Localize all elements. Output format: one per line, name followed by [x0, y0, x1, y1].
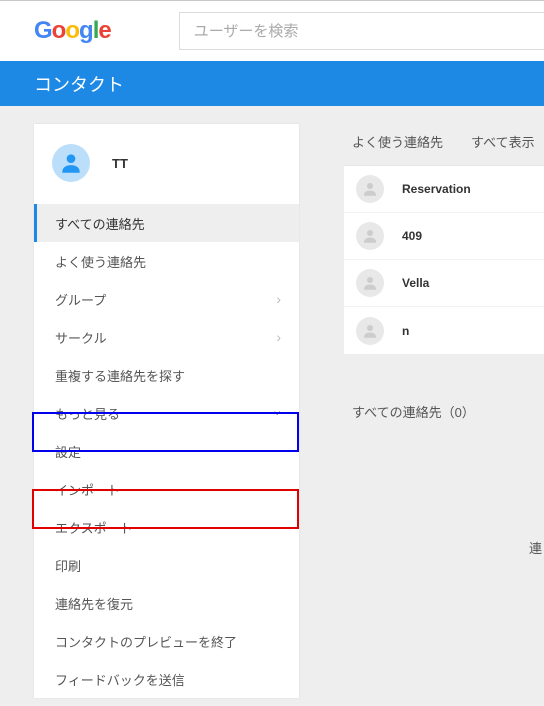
nav-exit-preview[interactable]: コンタクトのプレビューを終了: [34, 622, 299, 660]
nav-feedback[interactable]: フィードバックを送信: [34, 660, 299, 698]
profile-avatar-icon: [52, 144, 90, 182]
nav-label: 印刷: [55, 556, 81, 575]
nav-label: 設定: [55, 442, 81, 461]
appbar: コンタクト: [0, 61, 544, 106]
cutoff-text: 連: [529, 538, 542, 557]
contact-name: Reservation: [402, 182, 471, 196]
nav-label: グループ: [55, 290, 106, 309]
nav-groups[interactable]: グループ ›: [34, 280, 299, 318]
contact-name: 409: [402, 229, 422, 243]
show-all-link[interactable]: すべて表示: [471, 132, 535, 151]
person-icon: [356, 269, 384, 297]
chevron-down-icon: ›: [271, 411, 287, 416]
contact-row[interactable]: n: [344, 307, 544, 354]
right-column: よく使う連絡先 すべて表示 Reservation 409 V: [344, 124, 544, 421]
sidebar: TT すべての連絡先 よく使う連絡先 グループ › サークル › 重複する連絡先…: [34, 124, 299, 698]
nav-label: サークル: [55, 328, 107, 347]
contact-row[interactable]: 409: [344, 213, 544, 260]
nav-all-contacts[interactable]: すべての連絡先: [34, 204, 299, 242]
frequent-header: よく使う連絡先 すべて表示: [344, 124, 544, 165]
search-input[interactable]: [179, 12, 544, 50]
contacts-card: Reservation 409 Vella n: [344, 165, 544, 354]
content-area: TT すべての連絡先 よく使う連絡先 グループ › サークル › 重複する連絡先…: [0, 106, 544, 706]
nav-print[interactable]: 印刷: [34, 546, 299, 584]
nav-frequent[interactable]: よく使う連絡先: [34, 242, 299, 280]
nav-label: 連絡先を復元: [55, 594, 133, 613]
nav-label: エクスポート: [55, 518, 133, 537]
chevron-right-icon: ›: [276, 291, 281, 307]
contact-row[interactable]: Reservation: [344, 166, 544, 213]
person-icon: [356, 222, 384, 250]
frequent-label: よく使う連絡先: [352, 132, 443, 151]
appbar-title: コンタクト: [34, 71, 124, 97]
chevron-right-icon: ›: [276, 329, 281, 345]
nav-restore[interactable]: 連絡先を復元: [34, 584, 299, 622]
topbar: Google: [0, 1, 544, 61]
profile-name: TT: [112, 156, 128, 171]
profile-block[interactable]: TT: [34, 124, 299, 204]
nav-import[interactable]: インポート: [34, 470, 299, 508]
nav-more[interactable]: もっと見る ›: [34, 394, 299, 432]
nav-label: すべての連絡先: [55, 214, 145, 233]
nav-label: インポート: [55, 480, 120, 499]
person-icon: [356, 175, 384, 203]
nav-label: 重複する連絡先を探す: [55, 366, 185, 385]
nav-label: コンタクトのプレビューを終了: [55, 632, 237, 651]
nav-label: もっと見る: [55, 404, 120, 423]
google-logo[interactable]: Google: [34, 17, 111, 45]
contact-name: n: [402, 324, 409, 338]
nav-label: フィードバックを送信: [55, 670, 185, 689]
all-contacts-count: すべての連絡先（0）: [344, 354, 544, 421]
person-icon: [356, 317, 384, 345]
nav-circles[interactable]: サークル ›: [34, 318, 299, 356]
contact-name: Vella: [402, 276, 429, 290]
nav-export[interactable]: エクスポート: [34, 508, 299, 546]
nav-settings[interactable]: 設定: [34, 432, 299, 470]
nav-duplicates[interactable]: 重複する連絡先を探す: [34, 356, 299, 394]
contact-row[interactable]: Vella: [344, 260, 544, 307]
nav-label: よく使う連絡先: [55, 252, 146, 271]
